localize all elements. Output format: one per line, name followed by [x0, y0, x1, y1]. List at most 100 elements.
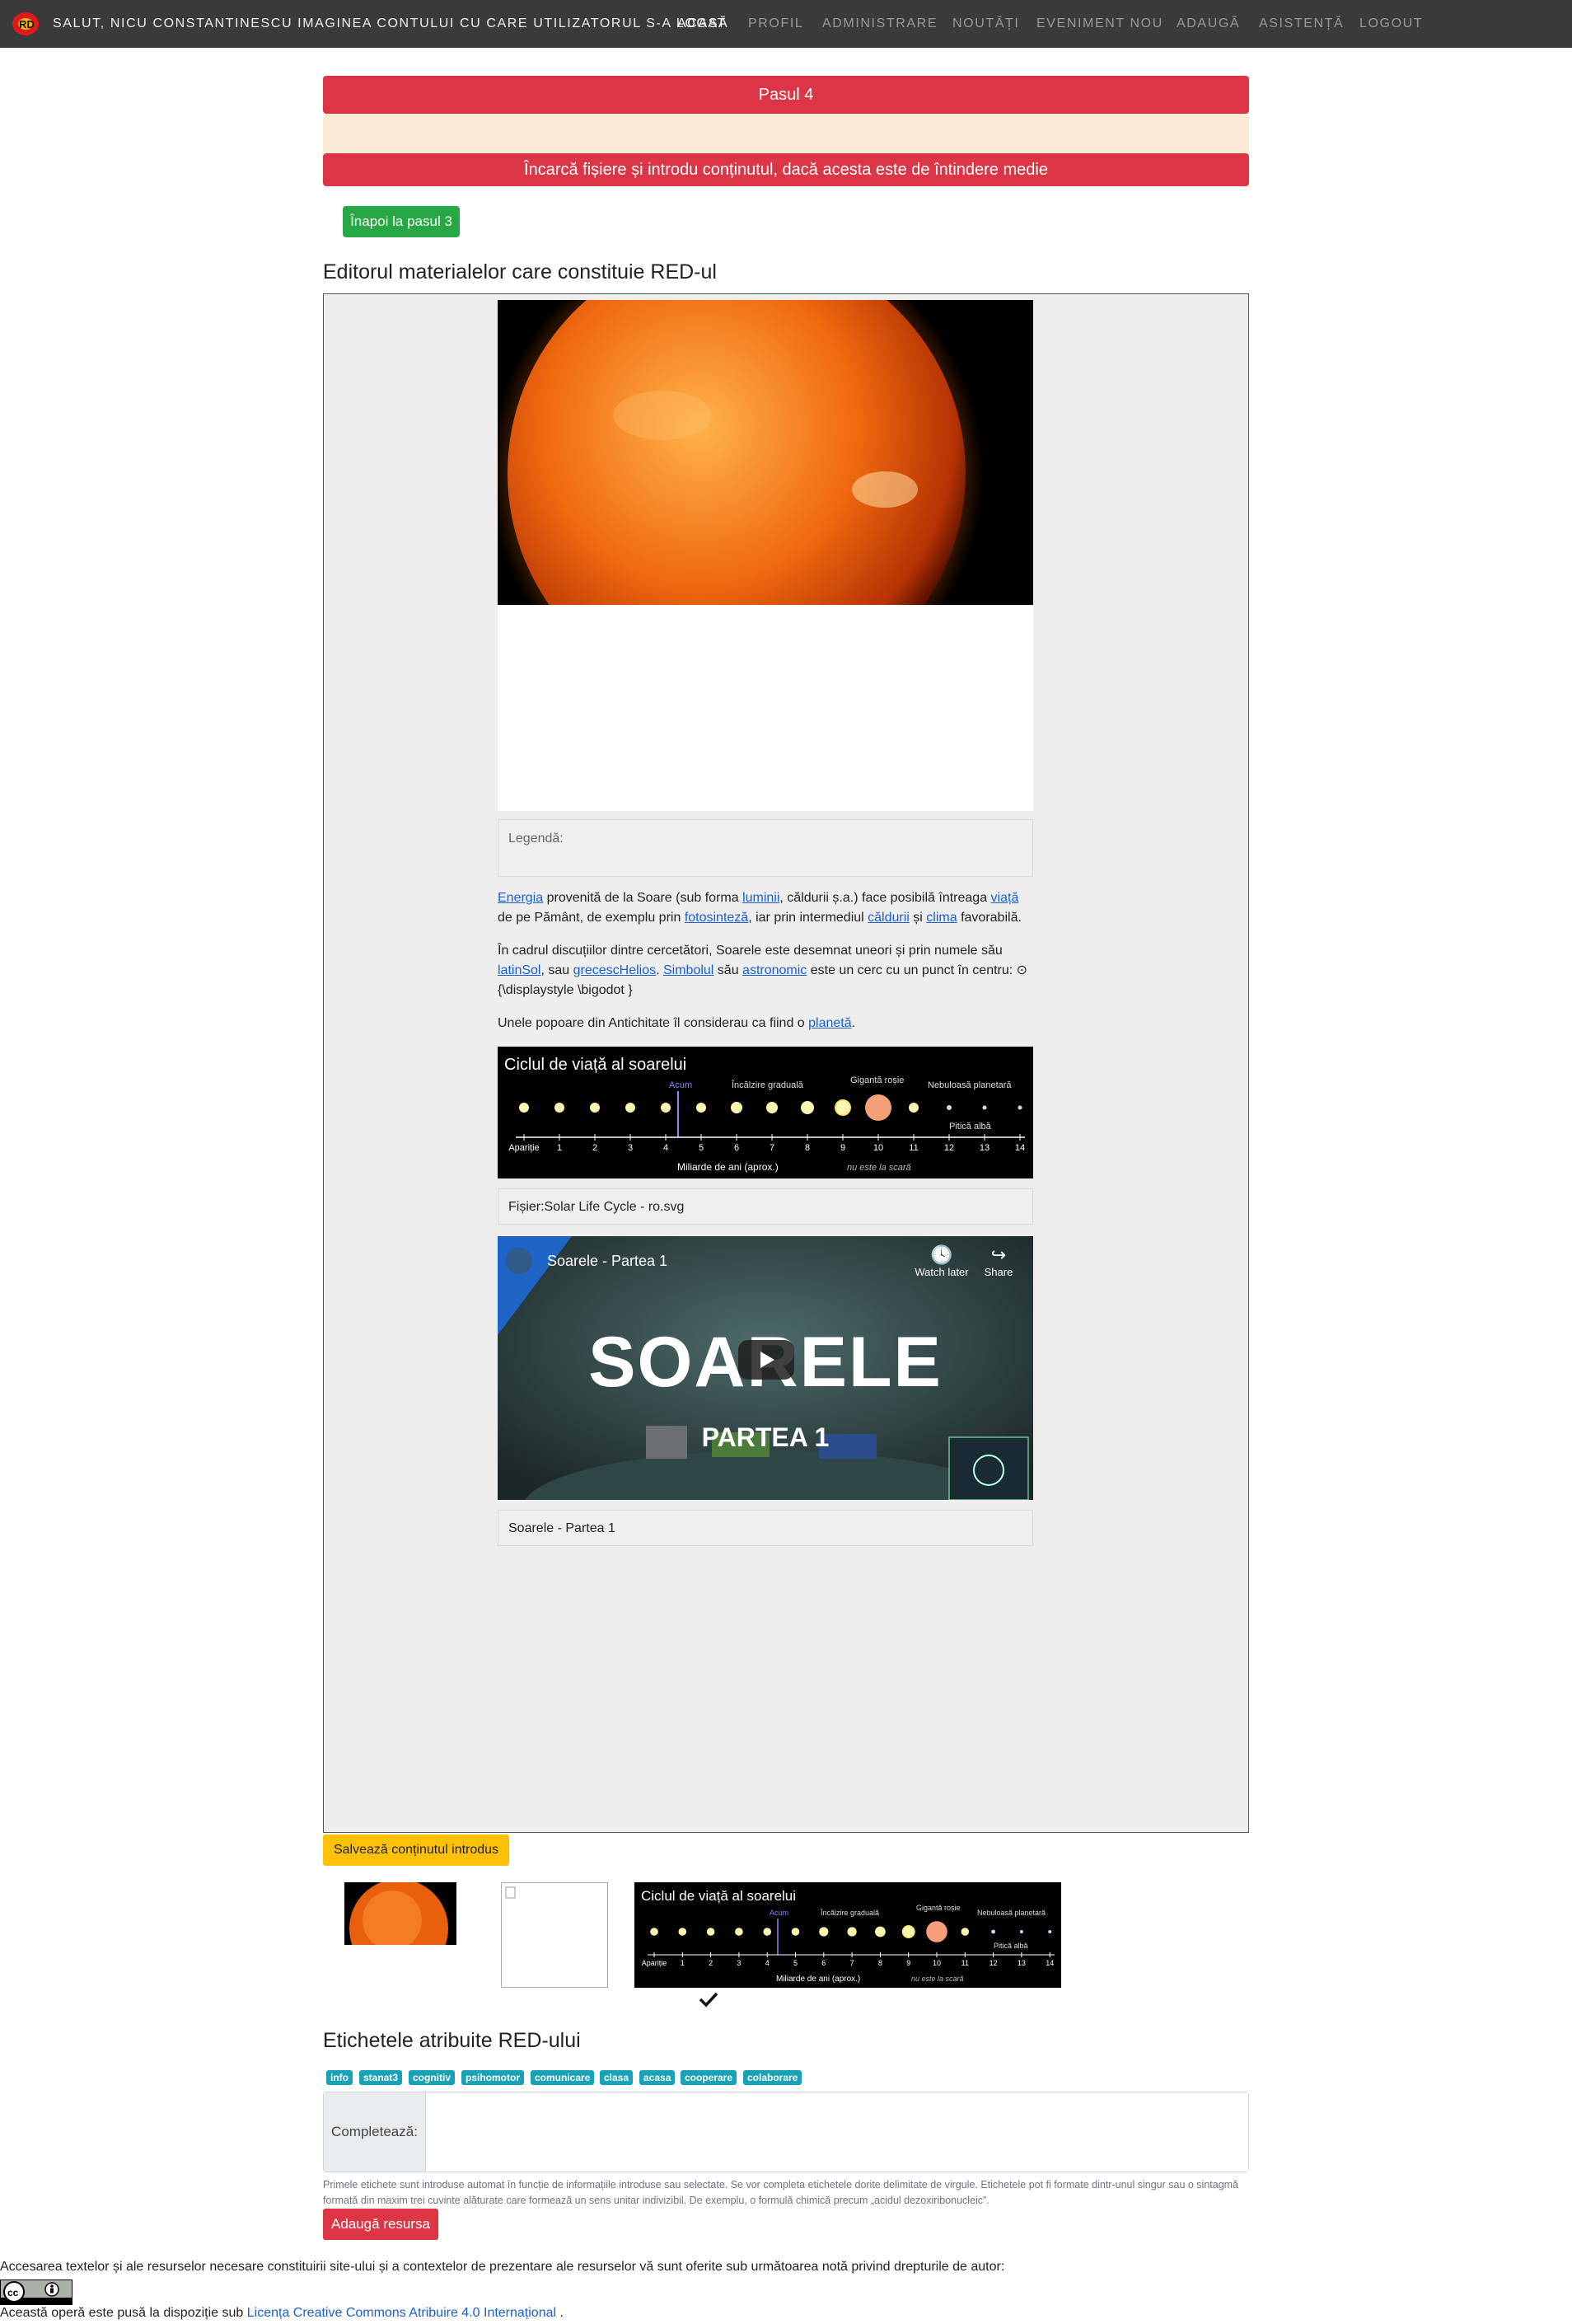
add-resource-button[interactable]: Adaugă resursa — [323, 2209, 438, 2240]
tag-badge[interactable]: cognitiv — [409, 2070, 456, 2085]
life-cycle-star — [590, 1103, 600, 1113]
link-caldurii[interactable]: căldurii — [868, 911, 910, 925]
link-clima[interactable]: clima — [926, 911, 957, 925]
svg-text:cc: cc — [7, 2287, 19, 2298]
broken-image-icon — [505, 1886, 516, 1899]
nav-item-eveniment-nou[interactable]: EVENIMENT NOU — [1036, 16, 1163, 31]
link-energia[interactable]: Energia — [498, 891, 543, 905]
life-cycle-star — [961, 1928, 970, 1936]
life-cycle-star — [926, 1921, 947, 1942]
thumbnail-life-cycle[interactable]: Ciclul de viață al soarelui Acum Încălzi… — [634, 1882, 1061, 1988]
license-link[interactable]: Licența Creative Commons Atribuire 4.0 I… — [247, 2306, 556, 2320]
life-cycle-tick-label: 6 — [734, 1143, 739, 1153]
life-cycle-star — [901, 1924, 915, 1938]
tag-badge[interactable]: info — [326, 2070, 353, 2085]
life-cycle-star — [706, 1928, 715, 1936]
life-cycle-tick-label: 9 — [906, 1959, 910, 1967]
tag-badge[interactable]: stanat3 — [359, 2070, 403, 2085]
editor-heading: Editorul materialelor care constituie RE… — [323, 260, 717, 283]
link-viata[interactable]: viață — [991, 891, 1019, 905]
legend-field[interactable]: Legendă: — [498, 819, 1033, 877]
life-cycle-star — [1018, 1105, 1022, 1110]
thumbnail-sun[interactable] — [344, 1882, 456, 1945]
life-cycle-star — [791, 1928, 800, 1936]
nav-item-logout[interactable]: LOGOUT — [1359, 16, 1423, 31]
nav-item-acasa[interactable]: ACASĂ — [677, 16, 728, 31]
life-cycle-star — [650, 1928, 658, 1936]
svg-text:Gigantă roșie: Gigantă roșie — [916, 1904, 961, 1912]
user-greeting: SALUT, NICU CONSTANTINESCU IMAGINEA CONT… — [53, 16, 727, 30]
svg-text:RD: RD — [19, 18, 35, 30]
license-line: Această operă este pusă la dispoziție su… — [0, 2306, 564, 2320]
clock-icon: 🕓 — [930, 1244, 953, 1265]
link-fotosinteza[interactable]: fotosinteză — [685, 911, 748, 925]
link-grecesc-helios[interactable]: grecescHelios — [573, 963, 656, 977]
life-cycle-tick-label: 1 — [681, 1959, 685, 1967]
life-cycle-tick-label: 5 — [793, 1959, 798, 1967]
life-cycle-star — [625, 1103, 635, 1113]
link-latin-sol[interactable]: latinSol — [498, 963, 540, 977]
life-cycle-star — [763, 1928, 771, 1936]
link-astronomic[interactable]: astronomic — [742, 963, 807, 977]
play-button[interactable] — [738, 1340, 794, 1380]
step-title: Pasul 4 — [323, 76, 1249, 114]
nav-item-asistenta[interactable]: ASISTENȚĂ — [1259, 16, 1344, 31]
life-cycle-nebula: Nebuloasă planetară — [928, 1080, 1012, 1090]
tag-badge[interactable]: cooperare — [681, 2070, 737, 2085]
life-cycle-tick-label: 4 — [663, 1143, 668, 1153]
image-block — [498, 300, 1033, 811]
svg-text:nu este la scară: nu este la scară — [911, 1975, 964, 1983]
life-cycle-tick-label: 12 — [990, 1959, 998, 1967]
life-cycle-tick-label: 14 — [1046, 1959, 1054, 1967]
file-caption[interactable]: Fișier:Solar Life Cycle - ro.svg — [498, 1188, 1033, 1225]
step-instruction: Încarcă fișiere și introdu conținutul, d… — [323, 153, 1249, 186]
tag-badge[interactable]: comunicare — [531, 2070, 595, 2085]
life-cycle-star — [731, 1102, 742, 1113]
tag-badge[interactable]: acasa — [639, 2070, 676, 2085]
nav-item-noutati[interactable]: NOUTĂȚI — [952, 16, 1019, 31]
watch-later-button[interactable]: 🕓 Watch later — [913, 1244, 971, 1278]
youtube-video-embed[interactable]: Soarele - Partea 1 🕓 Watch later ↪ Share… — [498, 1236, 1033, 1500]
life-cycle-star — [801, 1101, 814, 1114]
channel-avatar[interactable] — [506, 1248, 532, 1274]
nav-item-administrare[interactable]: ADMINISTRARE — [822, 16, 938, 31]
tags-input-label: Completează: — [324, 2092, 426, 2172]
tag-badge[interactable]: colaborare — [743, 2070, 802, 2085]
life-cycle-tick-label: 11 — [961, 1959, 969, 1967]
tag-badge[interactable]: psihomotor — [461, 2070, 524, 2085]
video-caption[interactable]: Soarele - Partea 1 — [498, 1510, 1033, 1546]
life-cycle-tick-label: 10 — [873, 1143, 883, 1153]
life-cycle-star — [766, 1102, 778, 1113]
life-cycle-tick-label: 4 — [765, 1959, 770, 1967]
life-cycle-tick-label: 5 — [699, 1143, 704, 1153]
life-cycle-tick-label: 1 — [557, 1143, 562, 1153]
solar-life-cycle-image[interactable]: Ciclul de viață al soarelui Acum Încălzi… — [498, 1047, 1033, 1178]
life-cycle-tick-label: 3 — [628, 1143, 633, 1153]
nav-item-profil[interactable]: PROFIL — [748, 16, 803, 31]
life-cycle-star — [519, 1103, 529, 1113]
paragraph-energy: Energia provenită de la Soare (sub forma… — [498, 891, 1022, 925]
play-icon — [760, 1352, 774, 1368]
cc-by-license-icon[interactable]: cc — [0, 2279, 73, 2305]
tags-textarea[interactable] — [426, 2092, 1248, 2172]
thumbnail-broken[interactable] — [501, 1882, 608, 1988]
tag-badge[interactable]: clasa — [600, 2070, 634, 2085]
life-cycle-white-dwarf: Pitică albă — [949, 1122, 992, 1132]
tags-hint: Primele etichete sunt introduse automat … — [323, 2179, 1239, 2206]
back-to-step3-button[interactable]: Înapoi la pasul 3 — [343, 206, 460, 237]
life-cycle-tick-label: 13 — [1018, 1959, 1026, 1967]
link-simbolul[interactable]: Simbolul — [663, 963, 713, 977]
share-button[interactable]: ↪ Share — [974, 1244, 1023, 1278]
link-planeta[interactable]: planetă — [808, 1016, 852, 1030]
life-cycle-tick-label: 3 — [737, 1959, 741, 1967]
video-title[interactable]: Soarele - Partea 1 — [547, 1253, 667, 1270]
site-logo-icon[interactable]: RD — [12, 12, 40, 36]
save-content-button[interactable]: Salvează conținutul introdus — [323, 1834, 509, 1866]
sun-image[interactable] — [498, 300, 1033, 605]
link-luminii[interactable]: luminii — [742, 891, 779, 905]
life-cycle-axis-label: Miliarde de ani (aprox.) — [677, 1161, 779, 1173]
life-cycle-star — [909, 1103, 919, 1113]
nav-item-adauga[interactable]: ADAUGĂ — [1177, 16, 1240, 31]
life-cycle-red-giant: Gigantă roșie — [850, 1075, 904, 1085]
life-cycle-star — [847, 1927, 857, 1937]
